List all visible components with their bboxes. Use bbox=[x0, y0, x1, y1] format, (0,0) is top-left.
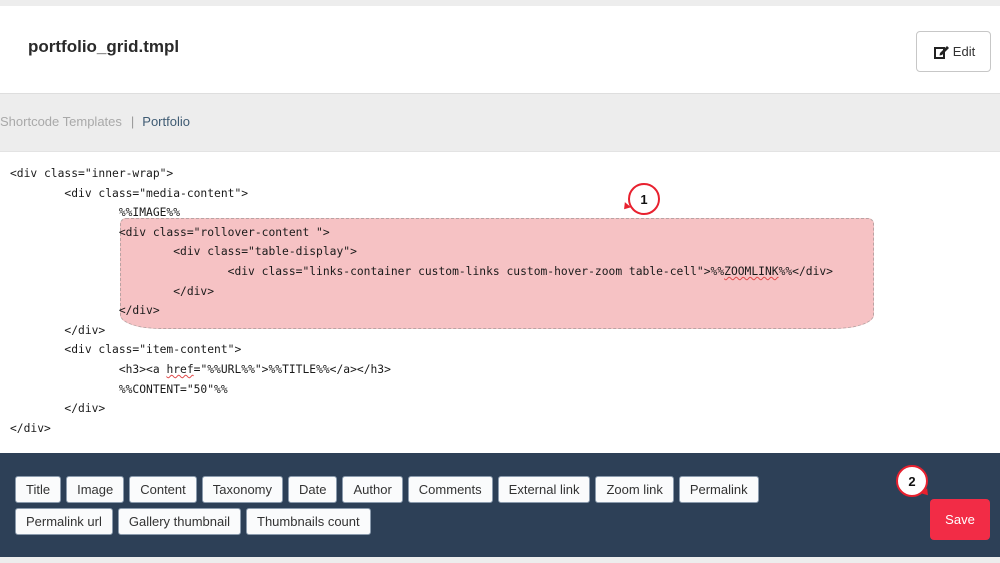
code-line: <h3><a href="%%URL%%">%%TITLE%%</a></h3> bbox=[10, 362, 391, 376]
header-bar: portfolio_grid.tmpl Edit bbox=[0, 6, 1000, 94]
edit-button[interactable]: Edit bbox=[916, 31, 991, 72]
placeholder-chip-external-link[interactable]: External link bbox=[497, 476, 591, 503]
code-line: </div> bbox=[10, 284, 215, 298]
placeholder-chip-gallery-thumbnail[interactable]: Gallery thumbnail bbox=[117, 508, 242, 535]
code-line: <div class="inner-wrap"> bbox=[10, 167, 174, 180]
placeholder-chip-image[interactable]: Image bbox=[66, 476, 125, 503]
chip-row-1: Title Image Content Taxonomy Date Author Comme… bbox=[15, 476, 805, 503]
breadcrumb-parent[interactable]: Shortcode Templates bbox=[0, 114, 122, 129]
code-line: </div> bbox=[10, 304, 160, 318]
placeholder-chip-date[interactable]: Date bbox=[288, 476, 338, 503]
placeholder-toolbar: Title Image Content Taxonomy Date Author Comme… bbox=[0, 453, 1000, 557]
code-line: %%IMAGE%% bbox=[10, 206, 181, 220]
placeholder-chip-permalink-url[interactable]: Permalink url bbox=[15, 508, 113, 535]
code-line: <div class="links-container custom-links… bbox=[10, 264, 833, 278]
edit-icon bbox=[933, 45, 949, 59]
placeholder-chips: Title Image Content Taxonomy Date Author Comme… bbox=[15, 476, 805, 540]
code-line: <div class="item-content"> bbox=[10, 343, 242, 357]
chip-row-2: Permalink url Gallery thumbnail Thumbnails… bbox=[15, 508, 805, 535]
callout-1: 1 bbox=[628, 183, 660, 215]
placeholder-chip-thumbnails-count[interactable]: Thumbnails count bbox=[246, 508, 371, 535]
placeholder-chip-zoom-link[interactable]: Zoom link bbox=[595, 476, 674, 503]
save-button[interactable]: Save bbox=[930, 499, 990, 540]
code-line: </div> bbox=[10, 402, 106, 416]
code-editor[interactable]: <div class="inner-wrap"> <div class="med… bbox=[0, 151, 1000, 453]
code-line: </div> bbox=[10, 421, 51, 435]
placeholder-chip-taxonomy[interactable]: Taxonomy bbox=[201, 476, 284, 503]
placeholder-chip-author[interactable]: Author bbox=[342, 476, 403, 503]
breadcrumb-separator: | bbox=[130, 114, 135, 129]
code-line: <div class="media-content"> bbox=[10, 186, 249, 200]
placeholder-chip-permalink[interactable]: Permalink bbox=[678, 476, 759, 503]
placeholder-chip-title[interactable]: Title bbox=[15, 476, 62, 503]
page-title: portfolio_grid.tmpl bbox=[28, 37, 180, 56]
placeholder-chip-content[interactable]: Content bbox=[129, 476, 197, 503]
code-content[interactable]: <div class="inner-wrap"> <div class="med… bbox=[10, 164, 833, 438]
breadcrumb-current: Portfolio bbox=[142, 114, 190, 129]
breadcrumb: Shortcode Templates | Portfolio bbox=[0, 114, 190, 129]
code-line: <div class="table-display"> bbox=[10, 245, 357, 259]
placeholder-chip-comments[interactable]: Comments bbox=[407, 476, 493, 503]
code-line: <div class="rollover-content "> bbox=[10, 225, 330, 239]
code-line: </div> bbox=[10, 323, 106, 337]
edit-button-label: Edit bbox=[952, 44, 976, 59]
code-line: %%CONTENT="50"%% bbox=[10, 382, 228, 396]
